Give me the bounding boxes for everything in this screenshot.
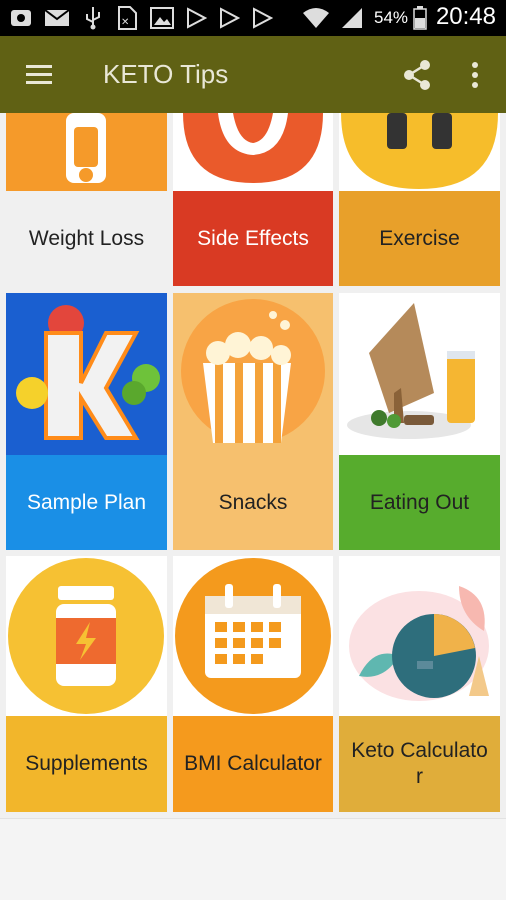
svg-text:✕: ✕	[121, 17, 129, 28]
pie-chart-icon	[339, 556, 500, 716]
tile-bmi-calculator[interactable]: BMI Calculator	[173, 556, 333, 812]
share-icon[interactable]	[400, 58, 434, 92]
mail-icon	[42, 6, 72, 30]
message-icon	[8, 6, 34, 30]
keto-k-icon	[6, 293, 167, 455]
bottom-empty-area	[0, 818, 506, 900]
tile-label-text: BMI Calculator	[184, 752, 322, 775]
tile-label-text: Weight Loss	[28, 226, 145, 250]
app-bar: KETO Tips	[0, 36, 506, 113]
more-vert-icon[interactable]	[462, 58, 488, 92]
tile-label-text: Supplements	[25, 752, 148, 775]
tile-label-text: Side Effects	[197, 226, 309, 250]
image-icon	[148, 6, 176, 30]
tile-label-text: Eating Out	[369, 490, 470, 514]
tile-label-text: Exercise	[379, 226, 460, 250]
calendar-icon	[173, 556, 333, 716]
sim-icon: ✕	[114, 6, 140, 30]
tile-snacks[interactable]: Snacks	[173, 293, 333, 550]
tile-label-weight-loss: Weight Loss	[6, 191, 167, 286]
tile-supplements[interactable]: Supplements	[6, 556, 167, 812]
tile-side-effects[interactable]: Side Effects	[173, 113, 333, 286]
wifi-icon	[300, 6, 332, 30]
tile-label-exercise: Exercise	[339, 191, 500, 286]
exercise-icon	[339, 113, 500, 191]
tile-label-side-effects: Side Effects	[173, 191, 333, 286]
tile-label-supplements: Supplements	[6, 716, 167, 812]
weight-loss-icon	[6, 113, 167, 191]
tile-label-sample-plan: Sample Plan	[6, 455, 167, 550]
battery-percent: 54%	[374, 8, 409, 27]
hamburger-menu-icon[interactable]	[24, 60, 54, 88]
play-store-icon	[249, 6, 275, 30]
status-time: 20:48	[435, 3, 496, 30]
side-effects-icon	[173, 113, 333, 191]
tile-exercise[interactable]: Exercise	[339, 113, 500, 286]
tile-sample-plan[interactable]: Sample Plan	[6, 293, 167, 550]
app-title: KETO Tips	[103, 59, 229, 89]
tile-label-text: Keto Calculator	[351, 739, 488, 788]
signal-icon	[338, 6, 366, 30]
battery-icon	[412, 6, 428, 30]
tips-grid: Weight Loss Side Effects Exercise Sample…	[0, 113, 506, 818]
popcorn-icon	[173, 293, 333, 455]
tile-eating-out[interactable]: Eating Out	[339, 293, 500, 550]
tile-keto-calculator[interactable]: Keto Calculator	[339, 556, 500, 812]
tile-label-text: Snacks	[218, 490, 288, 514]
tile-weight-loss[interactable]: Weight Loss	[6, 113, 167, 286]
play-store-icon	[216, 6, 242, 30]
usb-icon	[82, 6, 104, 30]
tile-label-keto-calculator: Keto Calculator	[339, 716, 500, 812]
tile-label-snacks: Snacks	[173, 455, 333, 550]
supplement-jar-icon	[6, 556, 167, 716]
tile-label-bmi-calculator: BMI Calculator	[173, 716, 333, 812]
tile-label-text: Sample Plan	[26, 490, 147, 514]
table-sign-icon	[339, 293, 500, 455]
status-bar: ✕ 54% 20:48	[0, 0, 506, 36]
tile-label-eating-out: Eating Out	[339, 455, 500, 550]
play-store-icon	[183, 6, 209, 30]
